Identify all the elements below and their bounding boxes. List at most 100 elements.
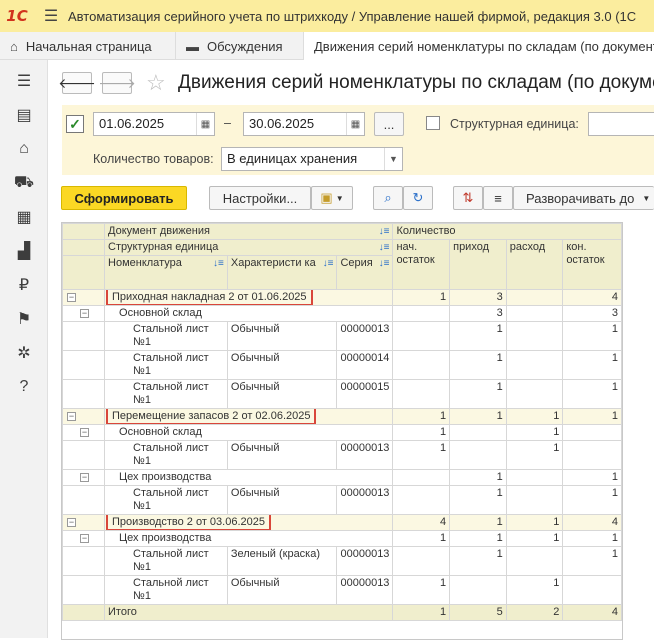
chat-icon: ▬ (186, 38, 199, 54)
table-row[interactable]: Стальной лист №1 Зеленый (краска) 00000013… (62, 546, 622, 576)
contacts-icon[interactable]: ▤ (0, 98, 48, 132)
cell-income: 1 (449, 530, 507, 547)
unit-row[interactable]: − Основной склад 1 1 (62, 424, 622, 441)
item-cell: Стальной лист №1 (104, 350, 228, 380)
series-cell: 00000015 (336, 379, 394, 409)
unit-row[interactable]: − Цех производства 1 1 1 1 (62, 530, 622, 547)
report-grid[interactable]: Документ движения ↓≡ Количество Структурная… (61, 222, 623, 640)
sort-order-icon[interactable]: ↓≡ (379, 225, 390, 238)
cell-expense (505, 305, 564, 322)
favorite-star-icon[interactable]: ☆ (146, 70, 166, 96)
tab-label: Обсуждения (207, 38, 283, 54)
expand-to-button[interactable]: Разворачивать до ▼ (513, 186, 654, 210)
tab-discussions[interactable]: ▬ Обсуждения (176, 32, 304, 60)
collapse-toggle-icon[interactable]: − (80, 428, 89, 437)
collapse-toggle-icon[interactable]: − (67, 293, 76, 302)
document-link[interactable]: Перемещение запасов 2 от 02.06.2025 (106, 409, 317, 424)
cell-start: 4 (392, 514, 451, 531)
help-icon[interactable]: ? (0, 370, 48, 404)
table-row[interactable]: Стальной лист №1 Обычный 00000014 1 1 (62, 350, 622, 380)
search-button[interactable]: ⌕ (373, 186, 403, 210)
table-row[interactable]: Стальной лист №1 Обычный 00000013 1 1 (62, 321, 622, 351)
refresh-button[interactable]: ↻ (403, 186, 433, 210)
cell-income: 1 (449, 514, 507, 531)
group-row[interactable]: − Приходная накладная 2 от 01.06.2025 1 3 4 (62, 289, 622, 306)
header-char: Характеристи ка ↓≡ (226, 255, 338, 290)
calendar-icon[interactable]: ▦ (346, 113, 364, 135)
cell-end: 1 (562, 469, 622, 486)
tab-report[interactable]: Движения серий номенклатуры по складам (… (304, 32, 654, 60)
date-to-field[interactable]: 30.06.2025 ▦ (243, 112, 365, 136)
char-cell: Обычный (226, 575, 338, 605)
tree-gutter (62, 440, 106, 470)
header-qty: Количество (392, 223, 622, 240)
sort-order-icon[interactable]: ↓≡ (213, 257, 224, 270)
flag-icon[interactable]: ⚑ (0, 302, 48, 336)
qty-select[interactable]: В единицах хранения ▼ (221, 147, 403, 171)
tab-home[interactable]: ⌂ Начальная страница (0, 32, 176, 60)
app-logo[interactable]: 1С (0, 0, 34, 32)
struct-unit-field[interactable] (588, 112, 654, 136)
unit-name-cell: Основной склад (104, 424, 394, 441)
tree-gutter: − (62, 514, 106, 531)
collapse-toggle-icon[interactable]: − (67, 518, 76, 527)
main-menu-icon[interactable]: ☰ (34, 0, 68, 32)
table-row[interactable]: Стальной лист №1 Обычный 00000013 1 1 (62, 485, 622, 515)
gear-icon[interactable]: ✲ (0, 336, 48, 370)
unit-row[interactable]: − Цех производства 1 1 (62, 469, 622, 486)
sort-button[interactable]: ⇅ (453, 186, 483, 210)
cell-expense: 1 (505, 530, 564, 547)
header-gutter (62, 223, 106, 240)
cell-end: 4 (562, 289, 622, 306)
page-title: Движения серий номенклатуры по складам (… (178, 72, 654, 93)
cart-icon[interactable]: ⛟ (0, 166, 48, 200)
period-select-button[interactable]: ... (374, 112, 404, 136)
sort-order-icon[interactable]: ↓≡ (379, 241, 390, 254)
forward-button[interactable]: 🡒 (98, 72, 136, 94)
collapse-toggle-icon[interactable]: − (80, 473, 89, 482)
calendar-icon[interactable]: ▦ (196, 113, 214, 135)
list-button[interactable]: ≡ (483, 186, 513, 210)
header-expense: расход (505, 239, 564, 290)
date-from-field[interactable]: 01.06.2025 ▦ (93, 112, 215, 136)
header-income: приход (449, 239, 507, 290)
variant-button[interactable]: ▣ ▼ (311, 186, 353, 210)
collapse-toggle-icon[interactable]: − (80, 309, 89, 318)
group-row[interactable]: − Перемещение запасов 2 от 02.06.2025 1 1 1 1 (62, 408, 622, 425)
chevron-down-icon[interactable]: ▼ (384, 148, 402, 170)
unit-row[interactable]: − Основной склад 3 3 (62, 305, 622, 322)
header-gutter (62, 255, 106, 290)
menu-icon[interactable]: ☰ (0, 64, 48, 98)
cell-start: 1 (392, 530, 451, 547)
basket-icon[interactable]: ⌂ (0, 132, 48, 166)
struct-unit-checkbox[interactable] (426, 116, 440, 130)
ruble-icon[interactable]: ₽ (0, 268, 48, 302)
document-link[interactable]: Производство 2 от 03.06.2025 (106, 515, 271, 530)
cell-expense (505, 289, 564, 306)
settings-button[interactable]: Настройки... (209, 186, 311, 210)
collapse-toggle-icon[interactable]: − (80, 534, 89, 543)
cell-income: 1 (449, 546, 507, 576)
table-row[interactable]: Стальной лист №1 Обычный 00000013 1 1 (62, 440, 622, 470)
dashboard-icon[interactable]: ▦ (0, 200, 48, 234)
sort-order-icon[interactable]: ↓≡ (379, 257, 390, 270)
table-row[interactable]: Стальной лист №1 Обычный 00000015 1 1 (62, 379, 622, 409)
sort-order-icon[interactable]: ↓≡ (323, 257, 334, 270)
cell-end (562, 440, 622, 470)
cell-end: 1 (562, 485, 622, 515)
period-checkbox[interactable]: ✓ (66, 115, 84, 133)
document-link[interactable]: Приходная накладная 2 от 01.06.2025 (106, 290, 313, 305)
sort-icon: ⇅ (462, 190, 474, 205)
factory-icon[interactable]: ▟ (0, 234, 48, 268)
cell-expense (505, 379, 564, 409)
group-row[interactable]: − Производство 2 от 03.06.2025 4 1 1 4 (62, 514, 622, 531)
generate-button[interactable]: Сформировать (61, 186, 187, 210)
cell-income: 3 (449, 289, 507, 306)
chevron-down-icon: ▼ (335, 193, 344, 203)
cell-expense: 1 (505, 408, 564, 425)
back-button[interactable]: 🡐 (58, 72, 96, 94)
series-cell: 00000013 (336, 575, 394, 605)
tree-gutter (62, 546, 106, 576)
collapse-toggle-icon[interactable]: − (67, 412, 76, 421)
table-row[interactable]: Стальной лист №1 Обычный 00000013 1 1 (62, 575, 622, 605)
